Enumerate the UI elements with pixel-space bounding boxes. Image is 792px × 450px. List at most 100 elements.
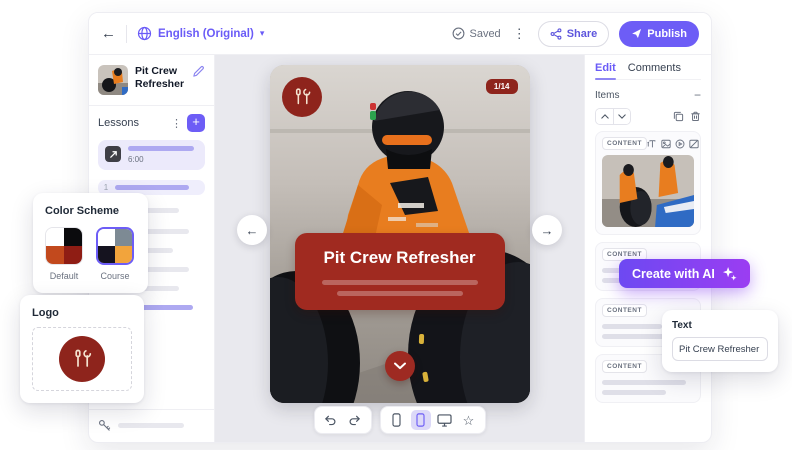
skeleton-bar: [115, 185, 189, 190]
divider: [126, 25, 127, 43]
content-tag: CONTENT: [602, 360, 647, 373]
items-header: Items −: [595, 89, 701, 101]
items-label: Items: [595, 90, 619, 101]
chevron-down-icon: [394, 362, 406, 370]
desktop-preview-button[interactable]: [435, 410, 455, 430]
chevron-down-icon: ▾: [260, 28, 265, 39]
color-scheme-option-course[interactable]: Course: [96, 227, 134, 281]
more-menu-icon[interactable]: ⋮: [511, 26, 528, 42]
history-group: [314, 406, 372, 434]
text-style-icon[interactable]: [647, 139, 657, 149]
skeleton-bar: [602, 380, 686, 385]
reorder-group: [595, 108, 631, 125]
edit-pencil-icon[interactable]: [192, 65, 205, 83]
course-swatch: [96, 227, 134, 265]
content-tag: CONTENT: [602, 304, 647, 317]
tools-icon: [70, 347, 94, 371]
lesson-duration: 6:00: [128, 155, 194, 164]
course-title: Pit Crew Refresher: [135, 65, 185, 91]
block-body: [602, 380, 694, 395]
lessons-menu-icon[interactable]: ⋮: [171, 117, 182, 130]
screenshot-stage: ← English (Original) ▾ Saved ⋮: [0, 0, 792, 450]
divider: [89, 105, 214, 106]
edit-panel: Edit Comments Items −: [584, 55, 711, 442]
page-counter-badge: 1/14: [486, 79, 518, 94]
color-scheme-title: Color Scheme: [45, 205, 136, 217]
device-preview-group: ☆: [380, 406, 486, 434]
content-tag: CONTENT: [602, 137, 647, 150]
logo-upload-area[interactable]: [32, 327, 132, 391]
play-circle-icon[interactable]: [675, 139, 685, 149]
lesson-card-preview[interactable]: 1/14 Pit Crew Refresher: [270, 65, 530, 403]
panel-tabs: Edit Comments: [595, 62, 701, 80]
current-lesson-item[interactable]: 6:00: [98, 140, 205, 170]
back-icon[interactable]: ←: [101, 26, 116, 41]
create-with-ai-button[interactable]: Create with AI: [619, 259, 750, 288]
editor-canvas: 1/14 Pit Crew Refresher ← →: [215, 55, 584, 442]
block-tools: [647, 139, 699, 149]
color-scheme-option-default[interactable]: Default: [45, 227, 83, 281]
text-input[interactable]: [672, 337, 768, 361]
block-image-thumbnail[interactable]: [602, 155, 694, 227]
publish-button[interactable]: Publish: [619, 21, 699, 47]
item-controls: [595, 108, 701, 125]
previous-card-button[interactable]: ←: [237, 215, 267, 245]
undo-button[interactable]: [321, 410, 341, 430]
tab-edit[interactable]: Edit: [595, 62, 616, 74]
image-off-icon[interactable]: [689, 139, 699, 149]
redo-button[interactable]: [345, 410, 365, 430]
image-icon[interactable]: [661, 139, 671, 149]
swatch-label: Default: [50, 271, 79, 281]
current-lesson-body: 6:00: [128, 146, 194, 164]
collapse-icon[interactable]: −: [694, 89, 701, 101]
app-window: ← English (Original) ▾ Saved ⋮: [88, 12, 712, 443]
swatch-label: Course: [100, 271, 129, 281]
tab-comments[interactable]: Comments: [628, 62, 681, 74]
favorite-star-button[interactable]: ☆: [459, 410, 479, 430]
language-selector[interactable]: English (Original) ▾: [137, 26, 264, 41]
duplicate-icon[interactable]: [673, 111, 684, 122]
logo-title: Logo: [32, 307, 132, 319]
swatch-cell: [115, 229, 132, 246]
skeleton-bar: [602, 390, 666, 395]
tools-icon: [291, 86, 313, 108]
course-header: Pit Crew Refresher: [98, 65, 205, 95]
phone-preview-button[interactable]: [387, 410, 407, 430]
save-status: Saved: [452, 27, 500, 40]
text-popover-label: Text: [672, 320, 768, 331]
share-icon: [550, 28, 562, 40]
text-popover: Text: [662, 310, 778, 372]
publish-button-label: Publish: [647, 28, 687, 40]
course-thumbnail[interactable]: [98, 65, 128, 95]
globe-icon: [137, 26, 152, 41]
phone-frame-button[interactable]: [411, 410, 431, 430]
lessons-header: Lessons ⋮ +: [98, 114, 205, 132]
card-subtitle-skeleton: [307, 280, 493, 296]
move-down-button[interactable]: [613, 109, 630, 124]
save-status-label: Saved: [469, 28, 500, 40]
share-button[interactable]: Share: [538, 21, 610, 47]
skeleton-bar: [602, 324, 662, 329]
paper-plane-icon: [631, 28, 642, 39]
card-title-panel[interactable]: Pit Crew Refresher: [295, 233, 505, 310]
add-lesson-button[interactable]: +: [187, 114, 205, 132]
swatch-cell: [64, 228, 82, 246]
trash-icon[interactable]: [690, 111, 701, 122]
logo-preview: [59, 336, 105, 382]
default-swatch: [45, 227, 83, 265]
card-title: Pit Crew Refresher: [307, 248, 493, 268]
next-card-button[interactable]: →: [532, 215, 562, 245]
move-up-button[interactable]: [596, 109, 613, 124]
share-button-label: Share: [567, 28, 598, 40]
app-body: Pit Crew Refresher Lessons ⋮ +: [89, 55, 711, 442]
topbar-right: Saved ⋮ Share Publish: [452, 21, 699, 47]
expand-card-button[interactable]: [385, 351, 415, 381]
skeleton-lines: [602, 380, 686, 395]
top-bar: ← English (Original) ▾ Saved ⋮: [89, 13, 711, 55]
key-icon[interactable]: [98, 419, 111, 432]
brand-logo-circle: [282, 77, 322, 117]
swatch-cell: [46, 228, 64, 246]
content-block-image[interactable]: CONTENT: [595, 131, 701, 235]
lesson-card-icon: [105, 146, 121, 162]
item-actions: [673, 111, 701, 122]
